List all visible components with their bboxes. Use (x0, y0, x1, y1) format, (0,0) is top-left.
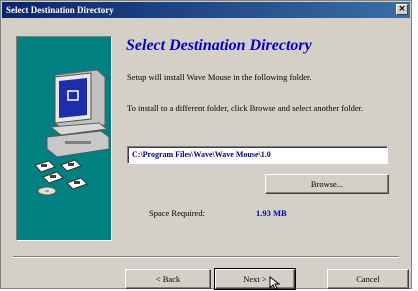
button-separator (13, 256, 399, 258)
space-required-label: Space Required: (149, 208, 205, 218)
next-button[interactable]: Next > (214, 268, 296, 290)
cancel-button[interactable]: Cancel (327, 269, 409, 289)
title-bar: Select Destination Directory × (2, 2, 410, 18)
installer-dialog: Select Destination Directory × Select De… (0, 0, 412, 290)
page-heading: Select Destination Directory (126, 37, 312, 54)
mouse-pointer-icon (269, 276, 281, 290)
computer-with-disks-icon (34, 69, 110, 196)
space-required-value: 1.93 MB (256, 208, 287, 218)
install-info-text: Setup will install Wave Mouse in the fol… (127, 72, 312, 82)
window-title: Select Destination Directory (6, 5, 114, 15)
destination-path-field[interactable]: C:\Program Files\Wave\Wave Mouse\1.0 (127, 146, 388, 164)
browse-instruction-text: To install to a different folder, click … (127, 103, 364, 113)
setup-illustration-panel (16, 36, 112, 241)
browse-button[interactable]: Browse... (265, 174, 389, 194)
back-button[interactable]: < Back (125, 269, 211, 289)
close-button[interactable]: × (396, 4, 408, 15)
